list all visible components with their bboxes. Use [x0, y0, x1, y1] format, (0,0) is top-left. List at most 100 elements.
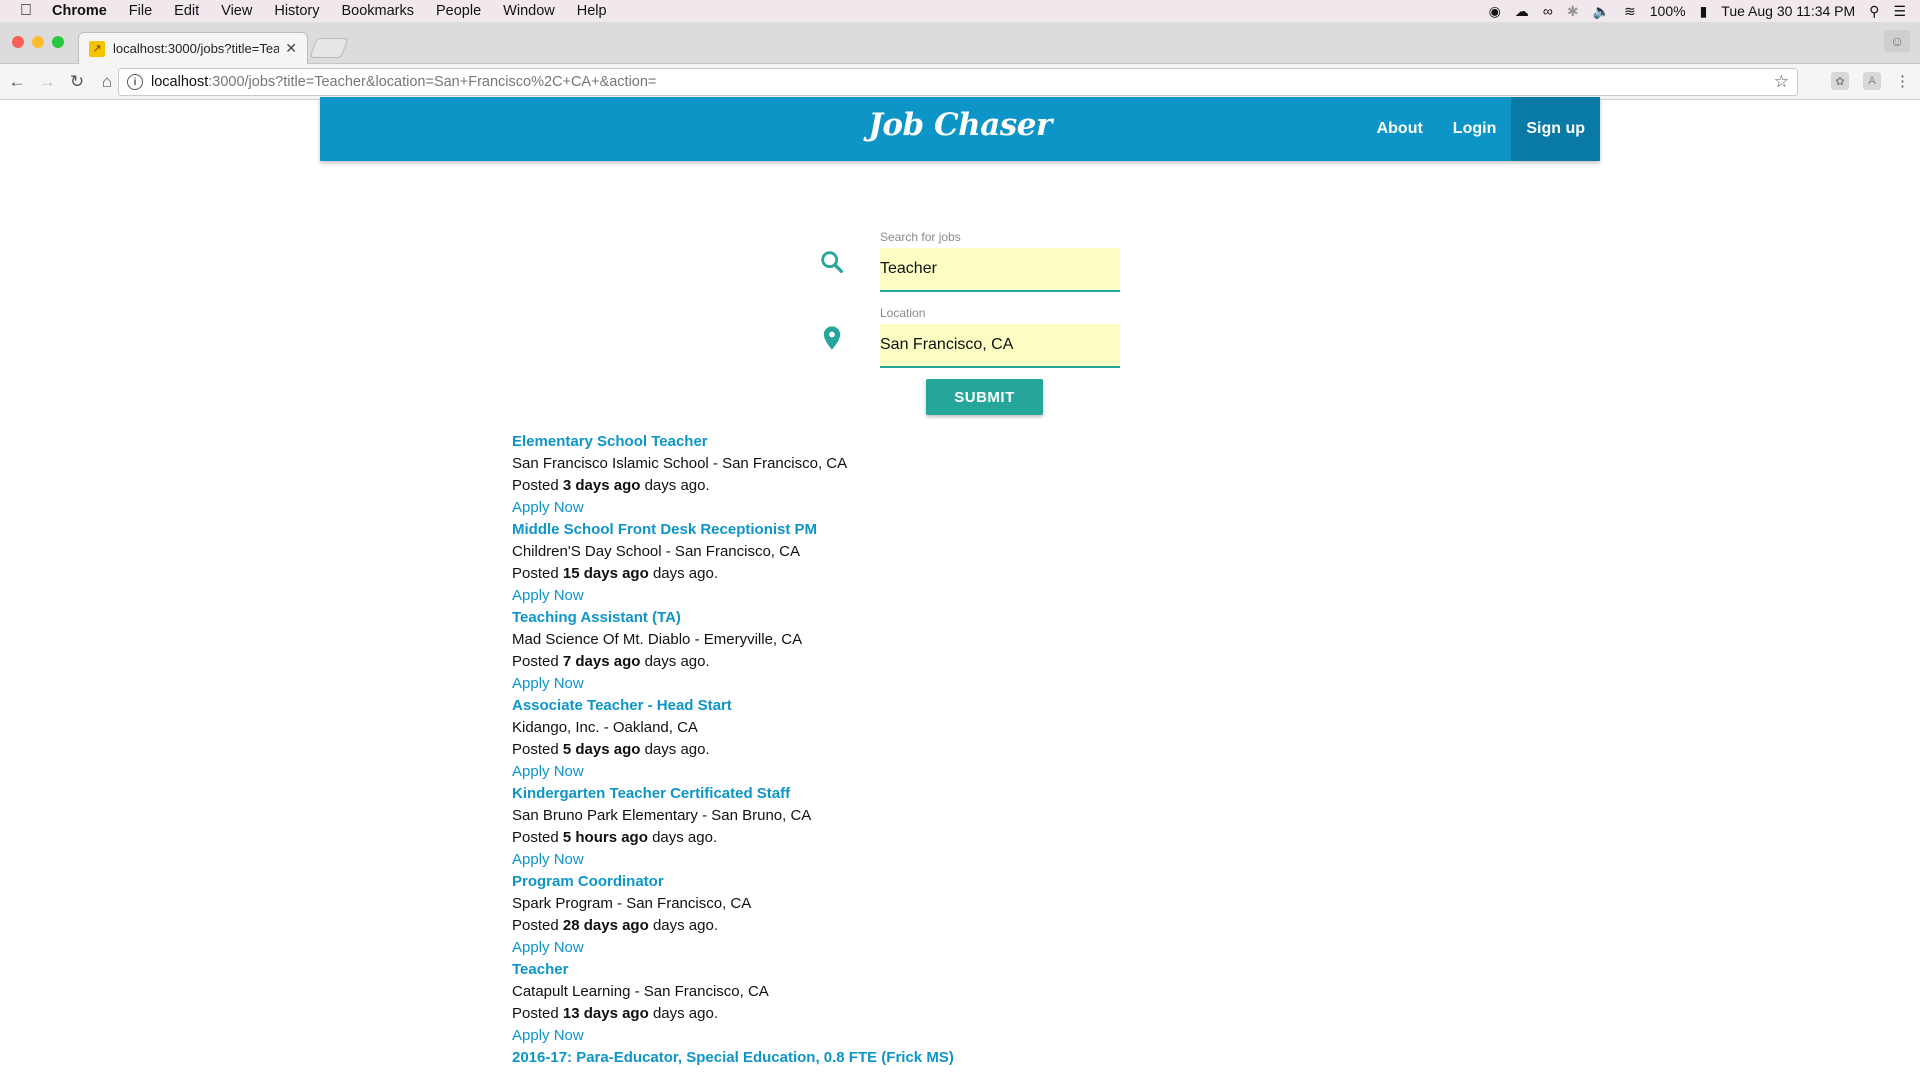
- macos-menubar:  Chrome File Edit View History Bookmark…: [0, 0, 1920, 22]
- notification-center-icon[interactable]: ☰: [1893, 3, 1906, 20]
- nav-links: About Login Sign up: [1362, 97, 1600, 161]
- job-title-link[interactable]: Middle School Front Desk Receptionist PM: [512, 519, 1312, 541]
- job-results-list: Elementary School Teacher San Francisco …: [512, 431, 1312, 1069]
- minimize-window-button[interactable]: [32, 36, 44, 48]
- job-posted-text: Posted 3 days ago days ago.: [512, 475, 1312, 497]
- job-title-link[interactable]: Teaching Assistant (TA): [512, 607, 1312, 629]
- volume-icon[interactable]: 🔈: [1593, 3, 1610, 20]
- search-location-row: Location San Francisco, CA: [818, 306, 1120, 368]
- search-location-label: Location: [880, 306, 926, 320]
- posted-prefix: Posted: [512, 653, 559, 670]
- posted-prefix: Posted: [512, 741, 559, 758]
- menu-view[interactable]: View: [221, 3, 252, 19]
- profile-icon[interactable]: ☺: [1884, 30, 1910, 52]
- job-company-location: Spark Program - San Francisco, CA: [512, 895, 752, 912]
- apply-now-link[interactable]: Apply Now: [512, 585, 1312, 607]
- posted-age: 5 days ago: [562, 741, 641, 758]
- apply-now-link[interactable]: Apply Now: [512, 849, 1312, 871]
- apply-now-link[interactable]: Apply Now: [512, 497, 1312, 519]
- job-title-link[interactable]: Associate Teacher - Head Start: [512, 695, 1312, 717]
- posted-prefix: Posted: [512, 1005, 559, 1022]
- job-posted-text: Posted 15 days ago days ago.: [512, 563, 1312, 585]
- apply-now-link[interactable]: Apply Now: [512, 761, 1312, 783]
- menu-people[interactable]: People: [436, 3, 481, 19]
- job-company-location: San Francisco Islamic School - San Franc…: [512, 455, 848, 472]
- new-tab-button[interactable]: [309, 38, 349, 58]
- glasses-icon[interactable]: ∞: [1543, 3, 1553, 19]
- posted-age: 3 days ago: [562, 477, 641, 494]
- nav-login-link[interactable]: Login: [1438, 97, 1512, 161]
- battery-percent[interactable]: 100%: [1650, 3, 1686, 19]
- evernote-icon[interactable]: ◉: [1489, 3, 1501, 20]
- posted-age: 7 days ago: [562, 653, 641, 670]
- job-company-location: Kidango, Inc. - Oakland, CA: [512, 719, 698, 736]
- cloud-icon[interactable]: ☁: [1515, 3, 1529, 20]
- forward-arrow-icon[interactable]: →: [34, 72, 60, 92]
- posted-suffix: days ago.: [652, 829, 718, 846]
- nav-about-link[interactable]: About: [1362, 97, 1438, 161]
- location-pin-icon: [818, 324, 852, 357]
- url-path: :3000/jobs?title=Teacher&location=San+Fr…: [208, 74, 657, 90]
- battery-icon[interactable]: ▮: [1700, 3, 1708, 20]
- browser-tab-active[interactable]: ↗ localhost:3000/jobs?title=Tea ✕: [78, 32, 308, 64]
- search-location-input[interactable]: San Francisco, CA: [880, 324, 1120, 368]
- chrome-menu-icon[interactable]: ⋮: [1895, 72, 1910, 90]
- menu-window[interactable]: Window: [503, 3, 555, 19]
- menu-history[interactable]: History: [274, 3, 319, 19]
- close-tab-icon[interactable]: ✕: [285, 40, 297, 57]
- site-navbar: Job Chaser About Login Sign up: [320, 97, 1600, 161]
- posted-prefix: Posted: [512, 565, 559, 582]
- posted-age: 13 days ago: [562, 1005, 649, 1022]
- reload-icon[interactable]: ↻: [64, 72, 90, 92]
- posted-prefix: Posted: [512, 829, 559, 846]
- apply-now-link[interactable]: Apply Now: [512, 673, 1312, 695]
- browser-tab-strip: ↗ localhost:3000/jobs?title=Tea ✕ ☺: [0, 22, 1920, 64]
- job-title-link[interactable]: Elementary School Teacher: [512, 431, 1312, 453]
- posted-suffix: days ago.: [652, 565, 718, 582]
- zoom-window-button[interactable]: [52, 36, 64, 48]
- menu-file[interactable]: File: [129, 3, 152, 19]
- bookmark-star-icon[interactable]: ☆: [1774, 72, 1789, 92]
- extension-a-icon[interactable]: A: [1863, 72, 1881, 90]
- job-posted-text: Posted 7 days ago days ago.: [512, 651, 1312, 673]
- clock[interactable]: Tue Aug 30 11:34 PM: [1721, 3, 1855, 19]
- bluetooth-icon[interactable]: ✱: [1567, 3, 1579, 20]
- nav-signup-link[interactable]: Sign up: [1511, 97, 1600, 161]
- job-title-link[interactable]: Teacher: [512, 959, 1312, 981]
- apply-now-link[interactable]: Apply Now: [512, 937, 1312, 959]
- job-title-link[interactable]: Kindergarten Teacher Certificated Staff: [512, 783, 1312, 805]
- menu-bookmarks[interactable]: Bookmarks: [341, 3, 414, 19]
- back-arrow-icon[interactable]: ←: [4, 72, 30, 92]
- submit-button[interactable]: SUBMIT: [926, 379, 1043, 415]
- wifi-icon[interactable]: ≋: [1624, 3, 1636, 20]
- apply-now-link[interactable]: Apply Now: [512, 1025, 1312, 1047]
- spotlight-search-icon[interactable]: ⚲: [1869, 3, 1879, 20]
- menu-help[interactable]: Help: [577, 3, 607, 19]
- info-icon[interactable]: i: [127, 74, 143, 90]
- job-posted-text: Posted 28 days ago days ago.: [512, 915, 1312, 937]
- job-item: Kindergarten Teacher Certificated Staff …: [512, 783, 1312, 871]
- job-item: Associate Teacher - Head Start Kidango, …: [512, 695, 1312, 783]
- extension-icon[interactable]: ✿: [1831, 72, 1849, 90]
- posted-suffix: days ago.: [644, 653, 710, 670]
- job-title-link[interactable]: 2016-17: Para-Educator, Special Educatio…: [512, 1047, 1312, 1069]
- search-title-row: Search for jobs Teacher: [818, 230, 1120, 292]
- home-icon[interactable]: ⌂: [94, 72, 120, 92]
- job-company-location: Children'S Day School - San Francisco, C…: [512, 543, 800, 560]
- job-company-location: Catapult Learning - San Francisco, CA: [512, 983, 769, 1000]
- job-item: Program Coordinator Spark Program - San …: [512, 871, 1312, 959]
- search-icon: [818, 248, 852, 281]
- address-bar[interactable]: i localhost:3000/jobs?title=Teacher&loca…: [118, 68, 1798, 96]
- posted-age: 28 days ago: [562, 917, 649, 934]
- site-favicon-icon: ↗: [89, 40, 105, 57]
- search-title-input[interactable]: Teacher: [880, 248, 1120, 292]
- job-item: Teacher Catapult Learning - San Francisc…: [512, 959, 1312, 1047]
- job-title-link[interactable]: Program Coordinator: [512, 871, 1312, 893]
- menu-app-chrome[interactable]: Chrome: [52, 3, 107, 19]
- job-item: Teaching Assistant (TA) Mad Science Of M…: [512, 607, 1312, 695]
- menu-edit[interactable]: Edit: [174, 3, 199, 19]
- search-title-label: Search for jobs: [880, 230, 961, 244]
- menubar-status-area: ◉ ☁ ∞ ✱ 🔈 ≋ 100% ▮ Tue Aug 30 11:34 PM ⚲…: [1489, 0, 1906, 22]
- apple-menu-icon[interactable]: : [0, 2, 52, 20]
- close-window-button[interactable]: [12, 36, 24, 48]
